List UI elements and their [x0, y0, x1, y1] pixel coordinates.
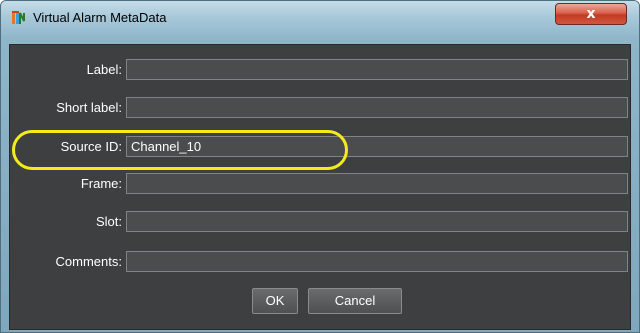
- frame-field-label: Frame:: [80, 176, 122, 191]
- dialog-window: Virtual Alarm MetaData x Label: Short la…: [0, 0, 640, 333]
- source-id-field-label: Source ID:: [60, 139, 122, 154]
- slot-field-label: Slot:: [95, 214, 122, 229]
- window-title: Virtual Alarm MetaData: [33, 10, 167, 25]
- short-label-field-label: Short label:: [56, 100, 122, 115]
- source-id-input[interactable]: [126, 136, 628, 157]
- frame-input[interactable]: [126, 173, 628, 194]
- short-label-input[interactable]: [126, 97, 628, 118]
- label-input[interactable]: [126, 59, 628, 80]
- form-panel: Label: Short label: Source ID: Frame: Sl…: [9, 44, 631, 330]
- cancel-button[interactable]: Cancel: [308, 288, 402, 314]
- comments-input[interactable]: [126, 251, 628, 272]
- close-button[interactable]: x: [555, 3, 627, 25]
- close-icon: x: [586, 6, 596, 22]
- slot-input[interactable]: [126, 211, 628, 232]
- title-bar[interactable]: Virtual Alarm MetaData x: [1, 1, 639, 35]
- app-logo-icon: [12, 11, 25, 24]
- label-field-label: Label:: [86, 62, 122, 77]
- comments-field-label: Comments:: [55, 254, 122, 269]
- ok-button[interactable]: OK: [252, 288, 298, 314]
